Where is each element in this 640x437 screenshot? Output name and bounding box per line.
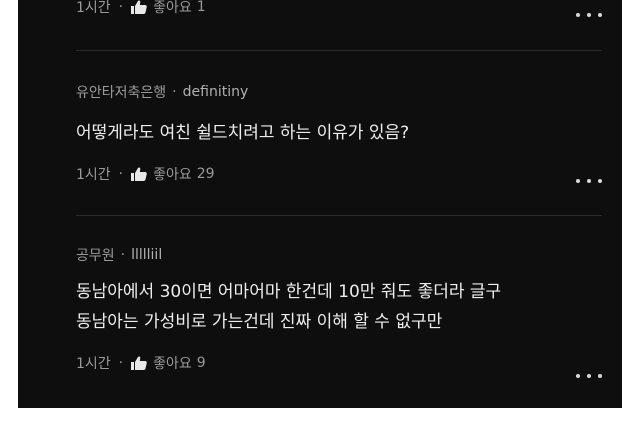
comment-text: 어떻게라도 여친 쉴드치려고 하는 이유가 있음? <box>76 123 410 143</box>
comment-meta: 1시간 · 좋아요 29 <box>76 164 602 184</box>
like-count: 29 <box>196 166 215 182</box>
comment-meta: 1시간 · 좋아요 9 <box>76 353 602 373</box>
separator-dot: · <box>118 166 124 182</box>
thumbs-up-icon[interactable] <box>131 167 147 181</box>
separator-dot: · <box>118 0 124 15</box>
like-label[interactable]: 좋아요 <box>153 164 192 184</box>
comment-item: 1시간 · 좋아요 1 <box>76 0 602 17</box>
separator-dot: · <box>172 84 177 100</box>
comment-author[interactable]: 유안타저축은행 <box>76 82 166 102</box>
more-dots-icon[interactable] <box>576 8 602 22</box>
thumbs-up-icon[interactable] <box>131 0 147 14</box>
comment-item: 유안타저축은행 · definitiny 어떻게라도 여친 쉴드치려고 하는 이… <box>76 82 602 184</box>
comment-meta: 1시간 · 좋아요 1 <box>76 0 602 17</box>
comment-time: 1시간 <box>76 167 111 183</box>
comment-divider <box>76 215 602 216</box>
comment-author-line: 유안타저축은행 · definitiny <box>76 82 602 102</box>
comment-handle[interactable]: definitiny <box>183 84 249 100</box>
like-count: 1 <box>196 0 206 15</box>
like-count: 9 <box>196 355 206 371</box>
comment-item: 공무원 · llllliil 동남아에서 30이면 어마어마 한건데 10만 줘… <box>76 245 602 378</box>
thumbs-up-icon[interactable] <box>131 356 147 370</box>
separator-dot: · <box>120 247 126 263</box>
comment-text: 동남아에서 30이면 어마어마 한건데 10만 줘도 좋더라 글구 동남아는 가… <box>76 282 502 332</box>
comment-divider <box>76 50 602 51</box>
comment-author[interactable]: 공무원 <box>76 245 115 265</box>
more-dots-icon[interactable] <box>576 369 602 383</box>
like-label[interactable]: 좋아요 <box>153 353 192 373</box>
comment-handle[interactable]: llllliil <box>131 247 162 263</box>
comment-time: 1시간 <box>76 0 111 16</box>
like-label[interactable]: 좋아요 <box>153 0 192 17</box>
comment-panel: 1시간 · 좋아요 1 유안타저축은행 · definitiny 어떻게라도 여… <box>18 0 622 408</box>
separator-dot: · <box>118 355 124 371</box>
comment-author-line: 공무원 · llllliil <box>76 245 602 265</box>
comment-time: 1시간 <box>76 356 111 372</box>
more-dots-icon[interactable] <box>576 174 602 188</box>
